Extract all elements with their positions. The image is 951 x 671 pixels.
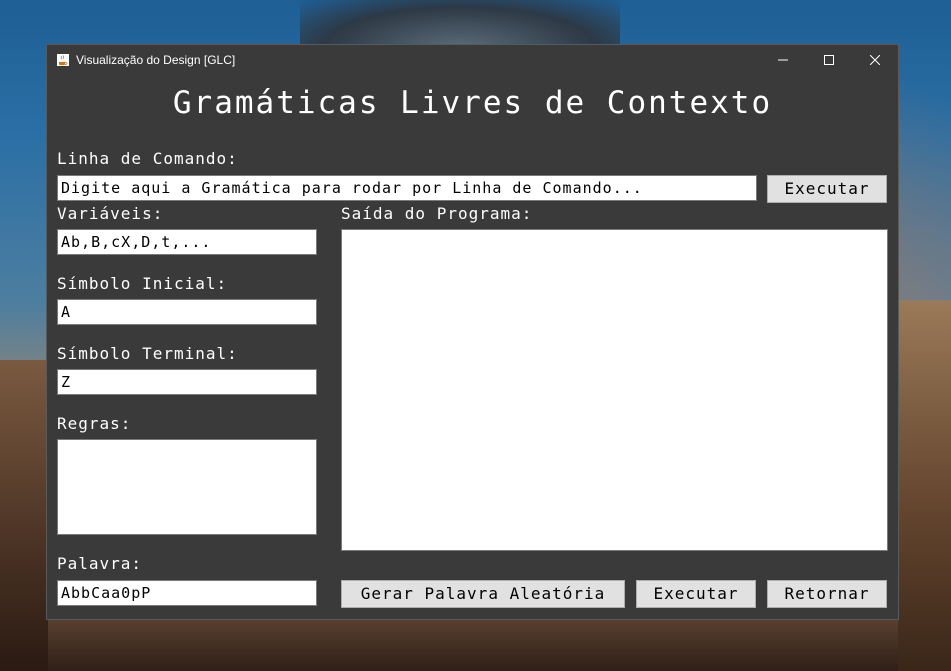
output-textarea[interactable] [341,229,888,551]
terminal-symbol-input[interactable]: Z [57,369,317,395]
app-window: Visualização do Design [GLC] Gramáticas … [47,45,898,619]
command-line-label: Linha de Comando: [57,149,238,168]
background-rock-left [0,360,48,671]
page-title: Gramáticas Livres de Contexto [172,85,773,121]
generate-random-word-button[interactable]: Gerar Palavra Aleatória [341,580,625,608]
execute-button[interactable]: Executar [636,580,756,608]
word-label: Palavra: [57,554,143,573]
background-rock-right [898,300,951,671]
command-execute-button[interactable]: Executar [767,175,887,203]
minimize-icon [778,59,788,61]
window-title: Visualização do Design [GLC] [76,53,236,67]
start-symbol-label: Símbolo Inicial: [57,274,228,293]
maximize-icon [824,55,834,65]
java-cup-icon [57,54,69,66]
background-figure [300,0,620,48]
rules-textarea[interactable] [57,439,317,535]
variables-input[interactable]: Ab,B,cX,D,t,... [57,229,317,255]
command-line-input[interactable]: Digite aqui a Gramática para rodar por L… [57,175,757,201]
maximize-button[interactable] [806,45,852,75]
close-button[interactable] [852,45,898,75]
start-symbol-input[interactable]: A [57,299,317,325]
background-ground [48,619,898,671]
back-button[interactable]: Retornar [767,580,887,608]
terminal-symbol-label: Símbolo Terminal: [57,344,238,363]
minimize-button[interactable] [760,45,806,75]
variables-label: Variáveis: [57,204,164,223]
title-bar[interactable]: Visualização do Design [GLC] [47,45,898,75]
output-label: Saída do Programa: [341,204,533,223]
rules-label: Regras: [57,414,132,433]
word-input[interactable]: AbbCaa0pP [57,580,317,606]
close-icon [870,55,880,65]
